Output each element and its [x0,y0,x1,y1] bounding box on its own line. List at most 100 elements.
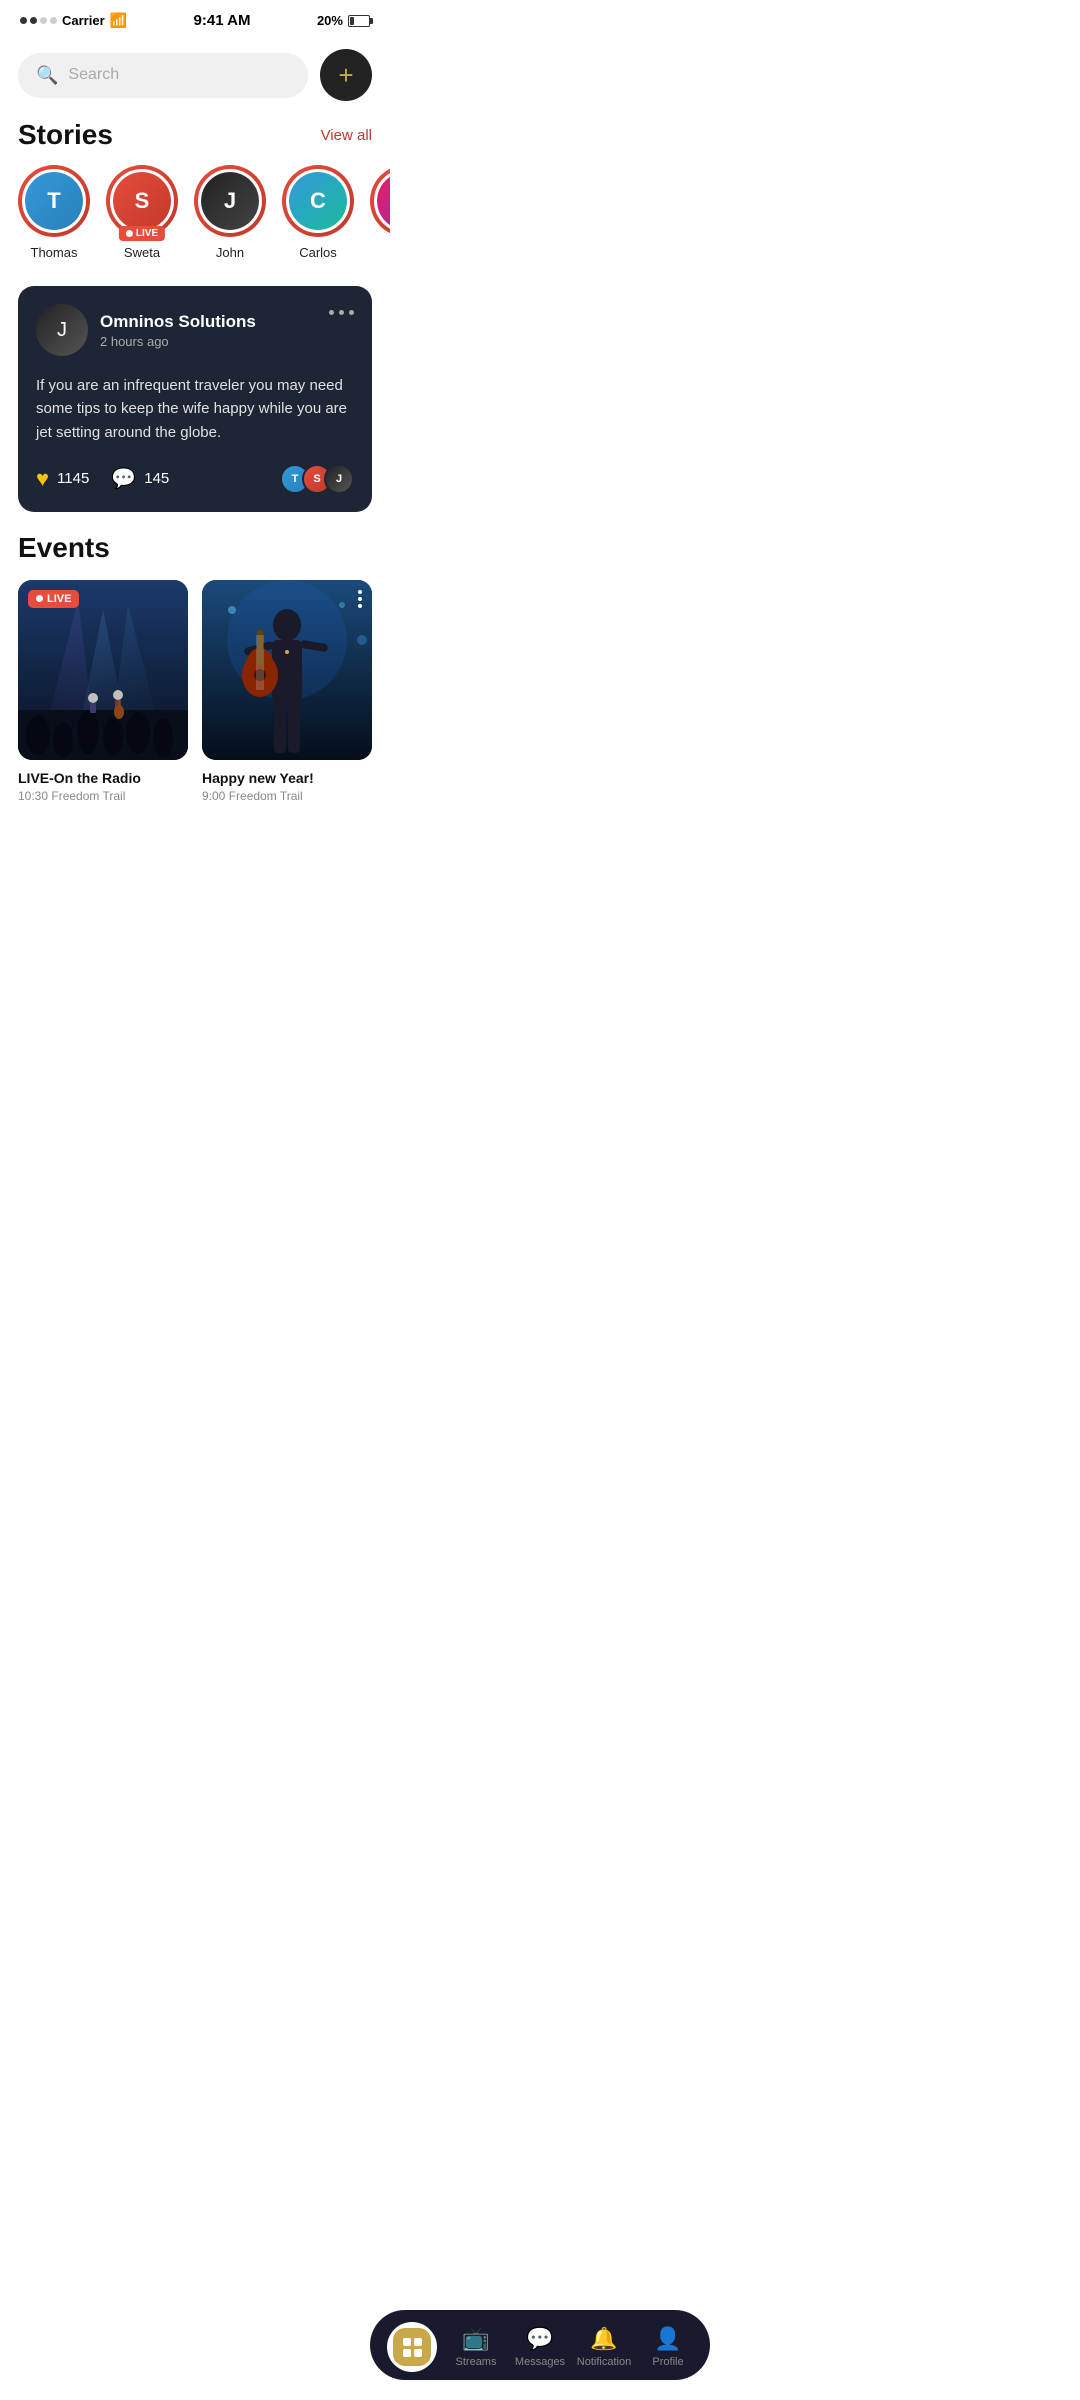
nav-notification[interactable]: 🔔 Notification [574,2326,634,2368]
stories-row: T Thomas S LIVE Sweta [0,165,390,280]
story-avatar-john: J [194,165,266,237]
post-menu[interactable] [329,304,354,315]
nav-streams[interactable]: 📺 Streams [446,2326,506,2368]
grid-cell-3 [403,2349,411,2357]
post-avatar: J [36,304,88,356]
bottom-nav: 📺 Streams 💬 Messages 🔔 Notification 👤 Pr… [370,2310,710,2380]
battery-percent: 20% [317,13,343,28]
post-text: If you are an infrequent traveler you ma… [36,374,354,444]
event-subtitle-2: 9:00 Freedom Trail [202,789,372,803]
reactor-avatar-3: J [324,464,354,494]
post-author: J Omninos Solutions 2 hours ago [36,304,256,356]
story-inner-thomas: T [22,169,86,233]
live-badge-sweta: LIVE [119,226,165,241]
view-all-stories[interactable]: View all [321,127,372,144]
wifi-icon: 📶 [110,12,127,29]
event-live-dot-icon [36,595,43,602]
avatar-carlos: C [289,172,347,230]
avatar-kalp: K [377,172,390,230]
story-name-thomas: Thomas [31,245,78,260]
post-header: J Omninos Solutions 2 hours ago [36,304,354,356]
story-inner-kalp: K [374,169,390,233]
nav-profile[interactable]: 👤 Profile [638,2326,698,2368]
story-avatar-sweta: S LIVE [106,165,178,237]
story-avatar-carlos: C [282,165,354,237]
story-ring-kalp: K [370,165,390,237]
story-avatar-kalp: K [370,165,390,237]
add-button[interactable]: + [320,49,372,101]
search-section: 🔍 Search + [0,35,390,111]
events-row: LIVE LIVE-On the Radio 10:30 Freedom Tra… [18,580,372,803]
avatar-thomas: T [25,172,83,230]
add-icon: + [338,62,353,88]
event-menu-dot-2 [358,597,362,601]
live-dot-icon [126,230,133,237]
status-right: 20% [317,13,370,28]
like-action[interactable]: ♥ 1145 [36,466,89,492]
post-card: J Omninos Solutions 2 hours ago If you a… [18,286,372,512]
nav-streams-label: Streams [456,2356,497,2368]
event-subtitle-1: 10:30 Freedom Trail [18,789,188,803]
profile-icon: 👤 [654,2326,681,2352]
event-menu-2[interactable] [358,590,362,608]
post-reactors: T S J [280,464,354,494]
story-john[interactable]: J John [194,165,266,260]
event-card-2[interactable]: Happy new Year! 9:00 Freedom Trail [202,580,372,803]
grid-cell-2 [414,2338,422,2346]
status-left: Carrier 📶 [20,12,127,29]
nav-messages-label: Messages [515,2356,565,2368]
heart-icon: ♥ [36,466,49,492]
avatar-sweta: S [113,172,171,230]
story-kalp[interactable]: K Kalp [370,165,390,260]
streams-icon: 📺 [462,2326,489,2352]
comment-icon: 💬 [111,466,136,491]
stories-header: Stories View all [0,111,390,165]
nav-notification-label: Notification [577,2356,631,2368]
event-menu-dot-3 [358,604,362,608]
story-sweta[interactable]: S LIVE Sweta [106,165,178,260]
stories-title: Stories [18,119,113,151]
event-card-1[interactable]: LIVE LIVE-On the Radio 10:30 Freedom Tra… [18,580,188,803]
grid-cell-4 [414,2349,422,2357]
story-carlos[interactable]: C Carlos [282,165,354,260]
event-bg-guitar [202,580,372,760]
signal-icon [20,17,57,24]
nav-home[interactable] [382,2322,442,2372]
story-inner-carlos: C [286,169,350,233]
guitar-svg [202,580,372,760]
story-inner-john: J [198,169,262,233]
search-bar[interactable]: 🔍 Search [18,53,308,98]
menu-dot-1 [329,310,334,315]
battery-icon [348,15,370,27]
notification-icon: 🔔 [590,2326,617,2352]
event-image-2 [202,580,372,760]
avatar-john: J [201,172,259,230]
like-count: 1145 [57,470,89,487]
story-name-sweta: Sweta [124,245,160,260]
search-placeholder: Search [68,66,119,84]
story-thomas[interactable]: T Thomas [18,165,90,260]
menu-dot-2 [339,310,344,315]
story-ring-thomas: T [18,165,90,237]
messages-icon: 💬 [526,2326,553,2352]
story-avatar-thomas: T [18,165,90,237]
event-live-badge-1: LIVE [28,590,79,608]
menu-dot-3 [349,310,354,315]
comment-count: 145 [144,470,169,487]
events-section: Events [0,532,390,803]
events-title: Events [18,532,372,564]
search-icon: 🔍 [36,65,58,86]
event-title-1: LIVE-On the Radio [18,770,188,786]
post-avatar-inner: J [36,304,88,356]
nav-home-wrapper [387,2322,437,2372]
post-actions: ♥ 1145 💬 145 T S J [36,464,354,494]
comment-action[interactable]: 💬 145 [111,466,169,491]
carrier-label: Carrier [62,13,105,28]
nav-profile-label: Profile [652,2356,683,2368]
event-image-1: LIVE [18,580,188,760]
nav-messages[interactable]: 💬 Messages [510,2326,570,2368]
post-time: 2 hours ago [100,334,256,349]
story-name-carlos: Carlos [299,245,337,260]
story-name-john: John [216,245,244,260]
home-grid-icon [403,2338,422,2357]
